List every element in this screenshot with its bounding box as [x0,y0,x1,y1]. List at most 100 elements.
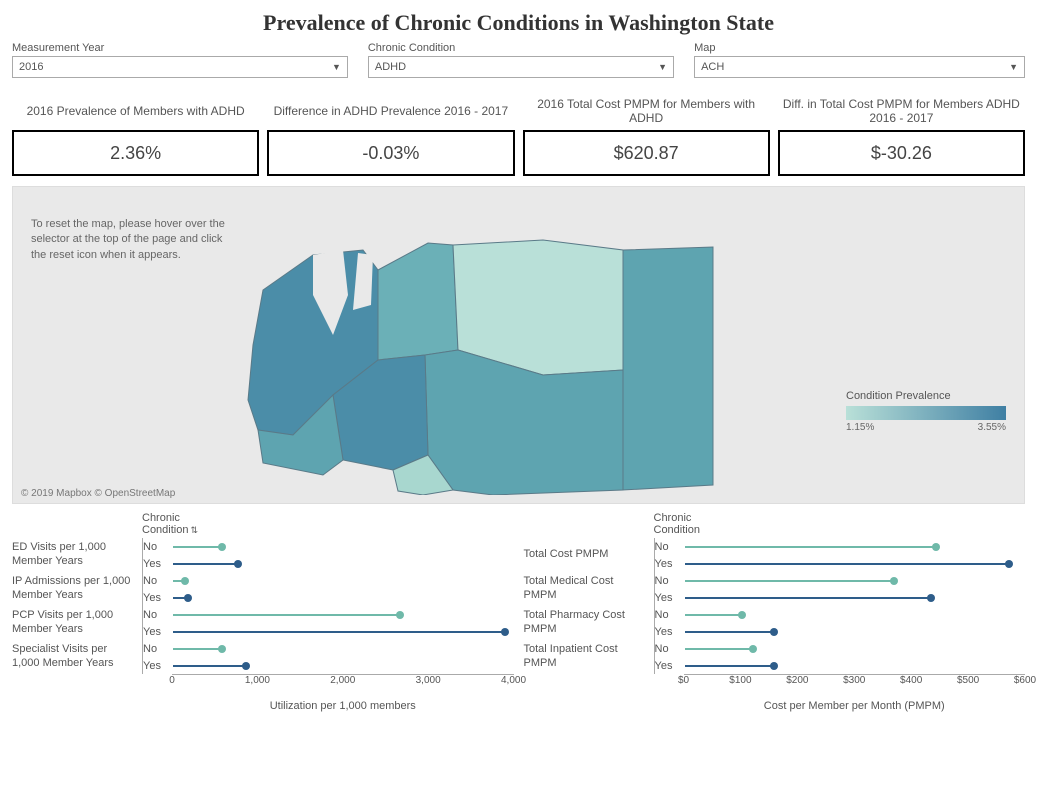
map-region[interactable] [378,243,458,360]
series-label: Yes [655,592,685,604]
series-label: No [655,575,685,587]
metric-label: Total Medical Cost PMPM [524,572,654,606]
lollipop-track [685,559,1026,569]
lollipop-row[interactable]: Yes [143,657,514,674]
lollipop-track [685,593,1026,603]
year-select[interactable]: 2016 ▼ [12,56,348,78]
lollipop-row[interactable]: Yes [655,657,1026,674]
axis-tick: 4,000 [501,675,526,686]
choropleth-map[interactable] [193,195,733,495]
lollipop-row[interactable]: No [143,572,514,589]
lollipop-row[interactable]: No [143,606,514,623]
series-label: No [655,643,685,655]
legend-max: 3.55% [978,422,1006,433]
metric-row: Total Medical Cost PMPMNo Yes [524,572,1026,606]
lollipop-row[interactable]: Yes [655,589,1026,606]
kpi-label: 2016 Prevalence of Members with ADHD [12,94,259,128]
chevron-down-icon: ▼ [658,62,667,72]
lollipop-track [173,644,514,654]
filter-year-label: Measurement Year [12,42,348,54]
lollipop-track [685,576,1026,586]
metric-label: IP Admissions per 1,000 Member Years [12,572,142,606]
lollipop-row[interactable]: No [655,538,1026,555]
map-credits: © 2019 Mapbox © OpenStreetMap [21,488,175,499]
lollipop-track [685,661,1026,671]
lollipop-row[interactable]: No [655,606,1026,623]
metric-row: PCP Visits per 1,000 Member YearsNo Yes [12,606,514,640]
lollipop-track [173,593,514,603]
axis-tick: $600 [1014,675,1036,686]
column-header[interactable]: Chronic Condition⇅ [142,512,192,536]
axis-tick: $200 [786,675,808,686]
kpi-value: $-30.26 [778,130,1025,176]
column-header[interactable]: Chronic Condition [654,512,704,536]
lollipop-track [173,627,514,637]
kpi-value: 2.36% [12,130,259,176]
kpi-card: 2016 Prevalence of Members with ADHD2.36… [12,94,259,176]
map-select[interactable]: ACH ▼ [694,56,1025,78]
axis-tick: 1,000 [245,675,270,686]
kpi-card: Difference in ADHD Prevalence 2016 - 201… [267,94,514,176]
axis-tick: $0 [678,675,689,686]
lollipop-row[interactable]: Yes [143,589,514,606]
filter-condition: Chronic Condition ADHD ▼ [368,42,674,78]
map-region[interactable] [453,240,623,375]
lollipop-track [173,542,514,552]
series-label: Yes [143,660,173,672]
filter-map-label: Map [694,42,1025,54]
series-label: Yes [655,558,685,570]
series-label: Yes [655,660,685,672]
kpi-card: 2016 Total Cost PMPM for Members with AD… [523,94,770,176]
x-axis: $0$100$200$300$400$500$600 [684,674,1026,702]
metric-label: PCP Visits per 1,000 Member Years [12,606,142,640]
metric-label: Total Pharmacy Cost PMPM [524,606,654,640]
lollipop-track [173,610,514,620]
kpi-row: 2016 Prevalence of Members with ADHD2.36… [0,84,1037,182]
map-legend: Condition Prevalence 1.15% 3.55% [846,390,1006,433]
lollipop-row[interactable]: No [655,640,1026,657]
lollipop-track [685,644,1026,654]
lollipop-row[interactable]: No [143,538,514,555]
map-panel[interactable]: To reset the map, please hover over the … [12,186,1025,504]
lollipop-row[interactable]: Yes [143,623,514,640]
series-label: No [655,609,685,621]
kpi-value: $620.87 [523,130,770,176]
legend-min: 1.15% [846,422,874,433]
metric-label: Total Inpatient Cost PMPM [524,640,654,674]
metric-label: Total Cost PMPM [524,538,654,572]
legend-title: Condition Prevalence [846,390,1006,402]
lollipop-track [685,542,1026,552]
map-select-value: ACH [701,61,724,73]
series-label: Yes [143,592,173,604]
filter-condition-label: Chronic Condition [368,42,674,54]
lollipop-row[interactable]: No [143,640,514,657]
chevron-down-icon: ▼ [1009,62,1018,72]
series-label: Yes [655,626,685,638]
lollipop-row[interactable]: Yes [655,623,1026,640]
series-label: No [143,541,173,553]
lollipop-row[interactable]: Yes [655,555,1026,572]
axis-tick: 2,000 [330,675,355,686]
metric-row: Total Cost PMPMNo Yes [524,538,1026,572]
utilization-chart: Chronic Condition⇅ED Visits per 1,000 Me… [12,512,514,712]
metric-row: Total Pharmacy Cost PMPMNo Yes [524,606,1026,640]
year-select-value: 2016 [19,61,43,73]
series-label: No [143,643,173,655]
series-label: No [655,541,685,553]
axis-tick: 3,000 [416,675,441,686]
sort-icon[interactable]: ⇅ [190,525,198,536]
kpi-value: -0.03% [267,130,514,176]
axis-tick: 0 [169,675,175,686]
lollipop-row[interactable]: Yes [143,555,514,572]
condition-select[interactable]: ADHD ▼ [368,56,674,78]
filter-year: Measurement Year 2016 ▼ [12,42,348,78]
filter-bar: Measurement Year 2016 ▼ Chronic Conditio… [0,42,1037,84]
series-label: Yes [143,626,173,638]
map-region[interactable] [623,247,713,490]
series-label: Yes [143,558,173,570]
kpi-label: 2016 Total Cost PMPM for Members with AD… [523,94,770,128]
metric-label: Specialist Visits per 1,000 Member Years [12,640,142,674]
axis-tick: $400 [900,675,922,686]
lollipop-row[interactable]: No [655,572,1026,589]
map-region[interactable] [425,350,623,495]
